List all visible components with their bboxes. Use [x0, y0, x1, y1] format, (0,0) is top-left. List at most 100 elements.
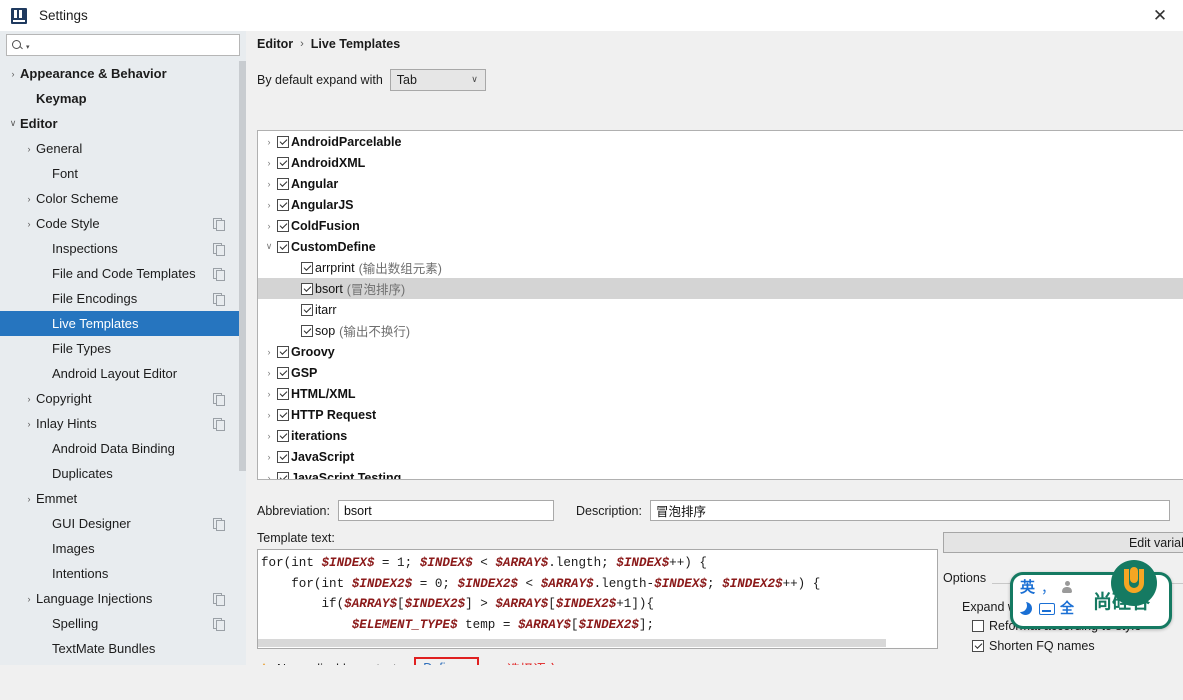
- template-tree-row[interactable]: ›AngularJS: [258, 194, 1183, 215]
- chevron-icon[interactable]: ›: [22, 144, 36, 154]
- template-enabled-checkbox[interactable]: [277, 367, 289, 379]
- tree-expander-icon[interactable]: ›: [261, 200, 277, 210]
- close-icon[interactable]: ✕: [1137, 0, 1183, 31]
- template-enabled-checkbox[interactable]: [277, 178, 289, 190]
- template-code[interactable]: for(int $INDEX$ = 1; $INDEX$ < $ARRAY$.l…: [258, 550, 937, 635]
- tree-expander-icon[interactable]: ›: [261, 452, 277, 462]
- template-enabled-checkbox[interactable]: [301, 304, 313, 316]
- template-enabled-checkbox[interactable]: [277, 157, 289, 169]
- template-text-editor[interactable]: for(int $INDEX$ = 1; $INDEX$ < $ARRAY$.l…: [257, 549, 938, 649]
- live-templates-tree[interactable]: ›AndroidParcelable›AndroidXML›Angular›An…: [258, 131, 1183, 479]
- edit-variables-button[interactable]: Edit variables: [943, 532, 1183, 553]
- search-input[interactable]: [30, 36, 239, 54]
- template-tree-row[interactable]: ›HTML/XML: [258, 383, 1183, 404]
- code-horizontal-scrollbar-thumb[interactable]: [258, 639, 886, 647]
- sidebar-item-emmet[interactable]: ›Emmet: [0, 486, 246, 511]
- sidebar-item-textmate-bundles[interactable]: TextMate Bundles: [0, 636, 246, 661]
- breadcrumb-parent[interactable]: Editor: [257, 37, 293, 51]
- expand-with-select[interactable]: Tab ∨: [390, 69, 486, 91]
- sidebar-item-intentions[interactable]: Intentions: [0, 561, 246, 586]
- tree-expander-icon[interactable]: ›: [261, 137, 277, 147]
- sidebar-item-font[interactable]: Font: [0, 161, 246, 186]
- template-enabled-checkbox[interactable]: [301, 325, 313, 337]
- reformat-checkbox[interactable]: [972, 620, 984, 632]
- template-enabled-checkbox[interactable]: [277, 409, 289, 421]
- tree-expander-icon[interactable]: ›: [261, 431, 277, 441]
- chevron-icon[interactable]: ›: [22, 494, 36, 504]
- template-tree-row[interactable]: ›Groovy: [258, 341, 1183, 362]
- sidebar-item-images[interactable]: Images: [0, 536, 246, 561]
- template-enabled-checkbox[interactable]: [277, 388, 289, 400]
- chevron-icon[interactable]: ›: [22, 219, 36, 229]
- template-enabled-checkbox[interactable]: [277, 136, 289, 148]
- sidebar-item-editor[interactable]: ∨Editor: [0, 111, 246, 136]
- chevron-icon[interactable]: ›: [22, 419, 36, 429]
- tree-expander-icon[interactable]: ›: [261, 410, 277, 420]
- sidebar-scrollbar[interactable]: [239, 61, 246, 665]
- template-enabled-checkbox[interactable]: [277, 451, 289, 463]
- user-icon[interactable]: [1061, 581, 1073, 594]
- sidebar-item-live-templates[interactable]: Live Templates: [0, 311, 246, 336]
- sidebar-item-duplicates[interactable]: Duplicates: [0, 461, 246, 486]
- template-tree-row[interactable]: ›ColdFusion: [258, 215, 1183, 236]
- sidebar-scrollbar-thumb[interactable]: [239, 61, 246, 471]
- sidebar-item-appearance-behavior[interactable]: ›Appearance & Behavior: [0, 61, 246, 86]
- sidebar-item-gui-designer[interactable]: GUI Designer: [0, 511, 246, 536]
- ime-width-toggle[interactable]: 全: [1060, 602, 1074, 616]
- keyboard-icon[interactable]: [1039, 603, 1055, 615]
- template-tree-row[interactable]: ∨CustomDefine: [258, 236, 1183, 257]
- moon-icon[interactable]: [1020, 602, 1034, 616]
- chevron-icon[interactable]: ›: [22, 194, 36, 204]
- sidebar-item-android-layout-editor[interactable]: Android Layout Editor: [0, 361, 246, 386]
- tree-expander-icon[interactable]: ›: [261, 221, 277, 231]
- tree-expander-icon[interactable]: ∨: [261, 241, 277, 252]
- abbreviation-input[interactable]: bsort: [338, 500, 554, 521]
- sidebar-item-inspections[interactable]: Inspections: [0, 236, 246, 261]
- template-tree-row[interactable]: arrprint(输出数组元素): [258, 257, 1183, 278]
- template-tree-row[interactable]: ›AndroidXML: [258, 152, 1183, 173]
- template-enabled-checkbox[interactable]: [301, 262, 313, 274]
- template-tree-row[interactable]: ›Angular: [258, 173, 1183, 194]
- option-shorten-row[interactable]: Shorten FQ names: [972, 639, 1095, 653]
- template-enabled-checkbox[interactable]: [277, 220, 289, 232]
- sidebar-item-general[interactable]: ›General: [0, 136, 246, 161]
- sidebar-item-keymap[interactable]: Keymap: [0, 86, 246, 111]
- tree-expander-icon[interactable]: ›: [261, 158, 277, 168]
- template-tree-row[interactable]: ›HTTP Request: [258, 404, 1183, 425]
- template-enabled-checkbox[interactable]: [277, 346, 289, 358]
- sidebar-item-language-injections[interactable]: ›Language Injections: [0, 586, 246, 611]
- sidebar-item-android-data-binding[interactable]: Android Data Binding: [0, 436, 246, 461]
- code-horizontal-scrollbar[interactable]: [258, 638, 937, 648]
- sidebar-item-copyright[interactable]: ›Copyright: [0, 386, 246, 411]
- tree-expander-icon[interactable]: ›: [261, 368, 277, 378]
- template-tree-row[interactable]: sop(输出不换行): [258, 320, 1183, 341]
- search-box[interactable]: ▾: [6, 34, 240, 56]
- tree-expander-icon[interactable]: ›: [261, 179, 277, 189]
- ime-language-toggle[interactable]: 英: [1020, 580, 1035, 595]
- tree-expander-icon[interactable]: ›: [261, 389, 277, 399]
- chevron-icon[interactable]: ›: [22, 394, 36, 404]
- sidebar-item-inlay-hints[interactable]: ›Inlay Hints: [0, 411, 246, 436]
- template-tree-row[interactable]: ›AndroidParcelable: [258, 131, 1183, 152]
- sougou-ime-logo[interactable]: [1111, 560, 1157, 606]
- template-tree-row[interactable]: ›GSP: [258, 362, 1183, 383]
- chevron-icon[interactable]: ›: [6, 69, 20, 79]
- ime-toolbar[interactable]: 英 ， 全 尚硅谷: [1010, 572, 1172, 629]
- sidebar-item-code-style[interactable]: ›Code Style: [0, 211, 246, 236]
- sidebar-item-color-scheme[interactable]: ›Color Scheme: [0, 186, 246, 211]
- sidebar-item-file-and-code-templates[interactable]: File and Code Templates: [0, 261, 246, 286]
- chevron-icon[interactable]: ∨: [6, 118, 20, 129]
- template-tree-row[interactable]: ›JavaScript Testing: [258, 467, 1183, 479]
- ime-punctuation-toggle[interactable]: ，: [1041, 581, 1055, 595]
- template-tree-row[interactable]: itarr: [258, 299, 1183, 320]
- description-input[interactable]: 冒泡排序: [650, 500, 1170, 521]
- sidebar-item-spelling[interactable]: Spelling: [0, 611, 246, 636]
- chevron-icon[interactable]: ›: [22, 594, 36, 604]
- template-enabled-checkbox[interactable]: [277, 430, 289, 442]
- sidebar-item-file-encodings[interactable]: File Encodings: [0, 286, 246, 311]
- template-tree-row[interactable]: bsort(冒泡排序): [258, 278, 1183, 299]
- template-enabled-checkbox[interactable]: [277, 241, 289, 253]
- template-enabled-checkbox[interactable]: [301, 283, 313, 295]
- tree-expander-icon[interactable]: ›: [261, 473, 277, 480]
- shorten-fq-names-checkbox[interactable]: [972, 640, 984, 652]
